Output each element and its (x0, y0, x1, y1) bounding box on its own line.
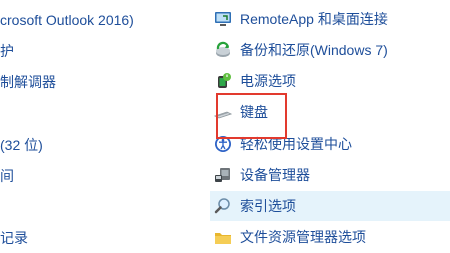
item-label: 文件资源管理器选项 (240, 229, 366, 245)
control-panel-item-32bit[interactable]: (32 位) (0, 129, 43, 159)
indexing-options-icon (214, 198, 230, 214)
control-panel-item-indexing-options[interactable]: 索引选项 (210, 191, 450, 221)
item-label: 键盘 (240, 104, 268, 120)
item-label: 备份和还原(Windows 7) (240, 42, 388, 58)
device-manager-icon (215, 168, 230, 182)
right-column: RemoteApp 和桌面连接 备份和还原(Windows 7) 电源选项 键盘 (210, 0, 450, 246)
left-column: crosoft Outlook 2016) 护 制解调器 (32 位) 间 记录 (0, 0, 200, 246)
item-label: 电源选项 (240, 73, 296, 89)
item-label: 记录 (0, 230, 28, 247)
item-label: 护 (0, 43, 14, 60)
control-panel-item-remoteapp[interactable]: RemoteApp 和桌面连接 (210, 4, 450, 34)
item-label: 索引选项 (240, 198, 296, 214)
control-panel-item-time[interactable]: 间 (0, 160, 14, 190)
control-panel-item-protection[interactable]: 护 (0, 35, 14, 65)
control-panel-item-ease-of-access[interactable]: 轻松使用设置中心 (210, 129, 450, 159)
item-label: 制解调器 (0, 74, 56, 91)
control-panel-item-outlook-mail[interactable]: crosoft Outlook 2016) (0, 4, 134, 34)
item-label: 间 (0, 168, 14, 185)
item-label: crosoft Outlook 2016) (0, 12, 134, 29)
keyboard-icon (214, 111, 232, 119)
control-panel-item-history[interactable]: 记录 (0, 222, 28, 252)
control-panel-item-keyboard[interactable]: 键盘 (210, 97, 450, 127)
remoteapp-icon (215, 12, 231, 26)
item-label: 轻松使用设置中心 (240, 136, 352, 152)
ease-of-access-icon (215, 136, 231, 152)
item-label: RemoteApp 和桌面连接 (240, 11, 388, 27)
control-panel-item-power-options[interactable]: 电源选项 (210, 66, 450, 96)
control-panel-item-device-manager[interactable]: 设备管理器 (210, 160, 450, 190)
file-explorer-options-icon (215, 233, 231, 244)
power-options-icon (218, 73, 231, 88)
item-label: (32 位) (0, 137, 43, 154)
backup-restore-icon (216, 41, 230, 57)
control-panel-item-modem[interactable]: 制解调器 (0, 66, 56, 96)
control-panel-item-file-explorer-options[interactable]: 文件资源管理器选项 (210, 222, 450, 252)
item-label: 设备管理器 (240, 167, 310, 183)
control-panel-item-backup-restore[interactable]: 备份和还原(Windows 7) (210, 35, 450, 65)
